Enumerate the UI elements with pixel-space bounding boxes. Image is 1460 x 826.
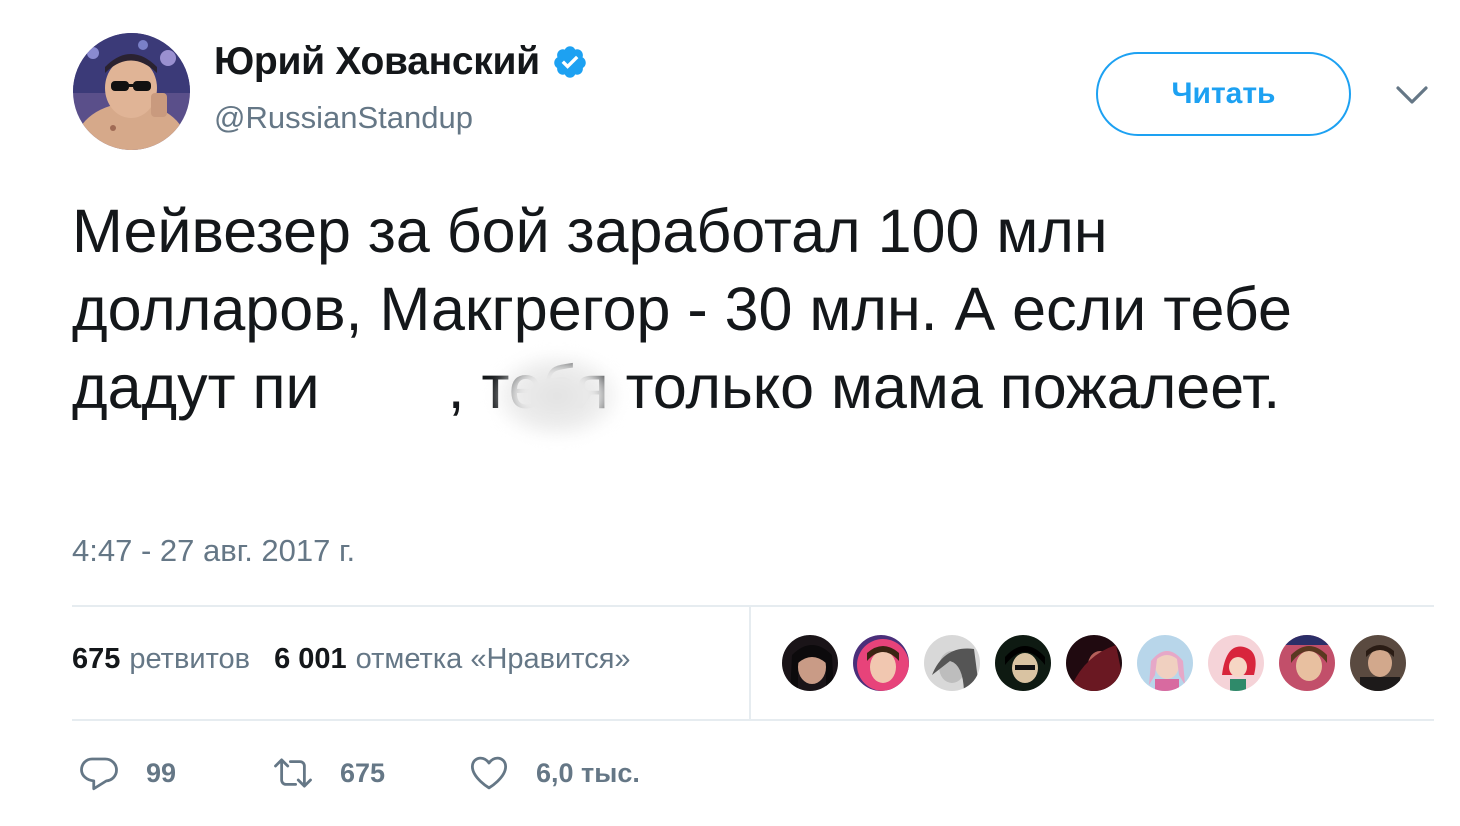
divider	[72, 719, 1434, 721]
retweet-button[interactable]: 675	[272, 752, 385, 794]
retweets-count[interactable]: 675	[72, 643, 120, 676]
heart-icon	[470, 756, 508, 790]
liker-avatar[interactable]	[851, 633, 911, 693]
like-count: 6,0 тыс.	[536, 757, 640, 788]
author-name[interactable]: Юрий Хованский	[214, 40, 540, 84]
tweet-timestamp[interactable]: 4:47 - 27 авг. 2017 г.	[72, 533, 355, 569]
retweet-count: 675	[340, 757, 386, 788]
censor-blur	[493, 353, 621, 439]
liker-avatar[interactable]	[780, 633, 840, 693]
likes-count[interactable]: 6 001	[274, 643, 347, 676]
reply-icon	[80, 757, 118, 791]
chevron-down-icon[interactable]	[1394, 80, 1430, 110]
reply-count: 99	[146, 757, 177, 788]
author-avatar[interactable]	[73, 33, 190, 150]
liker-avatar[interactable]	[1277, 633, 1337, 693]
follow-button[interactable]: Читать	[1096, 52, 1351, 136]
like-button[interactable]: 6,0 тыс.	[468, 752, 640, 794]
liker-avatar[interactable]	[1206, 633, 1266, 693]
tweet-text: Мейвезер за бой заработал 100 млн доллар…	[72, 192, 1372, 426]
divider	[749, 606, 751, 720]
retweet-icon	[274, 758, 312, 788]
author-handle[interactable]: @RussianStandup	[214, 100, 473, 136]
likers-avatars	[780, 633, 1419, 693]
tweet-stats: 675 ретвитов 6 001 отметка «Нравится»	[72, 643, 631, 676]
liker-avatar[interactable]	[1135, 633, 1195, 693]
divider	[72, 605, 1434, 607]
liker-avatar[interactable]	[1348, 633, 1408, 693]
retweets-label[interactable]: ретвитов	[129, 643, 250, 676]
liker-avatar[interactable]	[993, 633, 1053, 693]
verified-badge-icon	[554, 46, 586, 78]
liker-avatar[interactable]	[922, 633, 982, 693]
likes-label[interactable]: отметка «Нравится»	[356, 643, 631, 676]
reply-button[interactable]: 99	[78, 752, 176, 794]
liker-avatar[interactable]	[1064, 633, 1124, 693]
tweet-actions: 99 675 6,0 тыс.	[78, 752, 778, 800]
